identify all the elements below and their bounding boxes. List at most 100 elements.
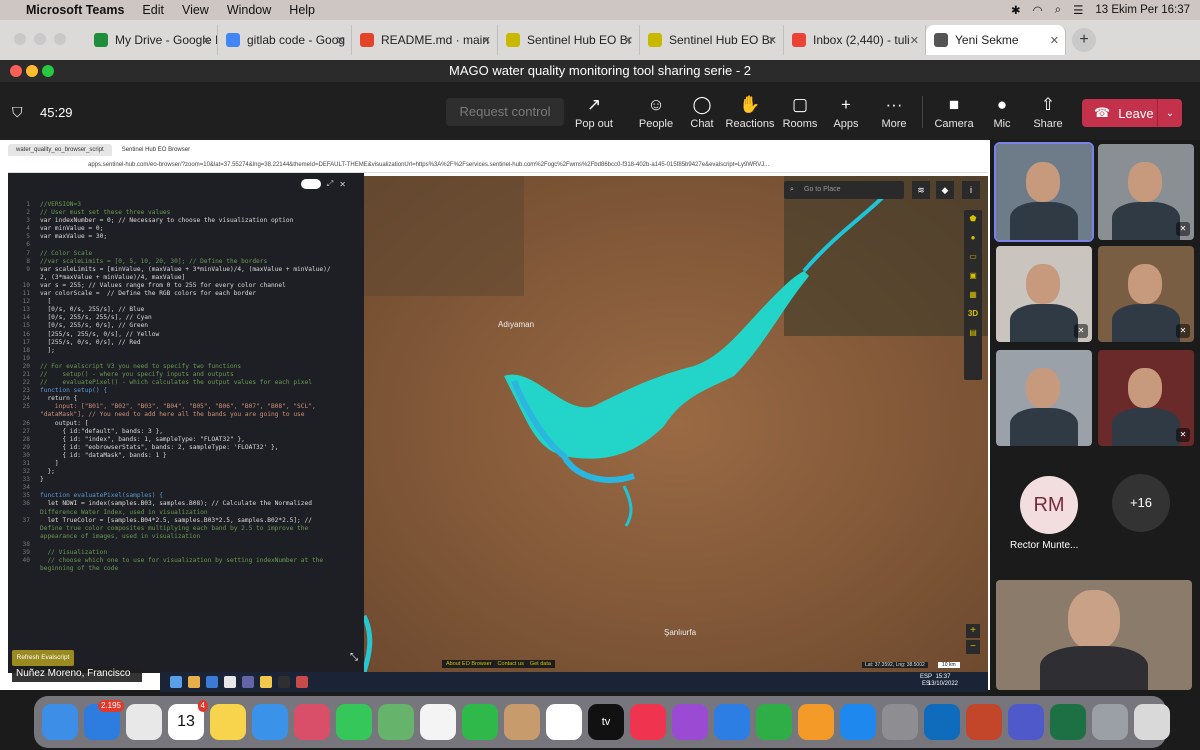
map-imagery bbox=[364, 176, 988, 672]
dock-finder-icon[interactable] bbox=[42, 704, 78, 740]
line-number: 30 bbox=[22, 451, 30, 459]
participant-video[interactable]: ✕ bbox=[1098, 246, 1194, 342]
tab-close-icon[interactable]: ✕ bbox=[768, 34, 777, 47]
avatar-tile[interactable]: RM Rector Munte... bbox=[996, 470, 1092, 566]
browser-tab[interactable]: Sentinel Hub EO Br ✕ bbox=[640, 25, 784, 55]
app-menu[interactable]: Microsoft Teams bbox=[26, 3, 124, 17]
share-button[interactable]: ⇧ Share bbox=[1020, 96, 1076, 131]
window-zoom-dot[interactable] bbox=[42, 65, 54, 77]
line-number: 15 bbox=[22, 322, 30, 330]
chrome-max-dot[interactable] bbox=[54, 33, 66, 45]
code-text: function setup() { bbox=[40, 387, 108, 395]
about-link[interactable]: About EO Browser bbox=[446, 661, 492, 667]
browser-tab[interactable]: Sentinel Hub EO Br ✕ bbox=[498, 25, 640, 55]
dock-app-store-icon[interactable] bbox=[840, 704, 876, 740]
menu-window[interactable]: Window bbox=[227, 3, 271, 17]
dock-reminders-icon[interactable] bbox=[546, 704, 582, 740]
browser-tab[interactable]: Inbox (2,440) - tuli ✕ bbox=[784, 25, 926, 55]
film-icon[interactable]: ▦ bbox=[969, 290, 977, 299]
tab-close-icon[interactable]: ✕ bbox=[482, 34, 491, 47]
dock-messages-icon[interactable] bbox=[336, 704, 372, 740]
dock-tv-icon[interactable]: tv bbox=[588, 704, 624, 740]
dock-photos-icon[interactable] bbox=[420, 704, 456, 740]
request-control-button[interactable]: Request control bbox=[446, 98, 564, 126]
dock-outlook-icon[interactable] bbox=[924, 704, 960, 740]
participant-video[interactable]: ✕ bbox=[1098, 144, 1194, 240]
dock-notes-icon[interactable] bbox=[210, 704, 246, 740]
dock-settings-icon[interactable] bbox=[882, 704, 918, 740]
dock-music-icon[interactable] bbox=[630, 704, 666, 740]
search-icon[interactable]: ⌕ bbox=[1055, 4, 1061, 17]
code-text: // For evalscript V3 you need to specify… bbox=[40, 362, 242, 370]
participant-video[interactable] bbox=[996, 350, 1092, 446]
chrome-min-dot[interactable] bbox=[34, 33, 46, 45]
leave-button[interactable]: ☎ Leave ⌄ bbox=[1082, 99, 1182, 127]
bluetooth-icon[interactable]: ✱ bbox=[1011, 3, 1021, 17]
tab-close-icon[interactable]: ✕ bbox=[202, 34, 211, 47]
dock-launchpad-icon[interactable] bbox=[294, 704, 330, 740]
tab-close-icon[interactable]: ✕ bbox=[1050, 34, 1059, 47]
new-tab-icon[interactable]: + bbox=[1072, 28, 1096, 52]
taskbar-app-icon bbox=[296, 676, 308, 688]
leave-options-chevron-icon[interactable]: ⌄ bbox=[1158, 108, 1182, 119]
menubar-clock[interactable]: 13 Ekim Per 16:37 bbox=[1095, 4, 1190, 16]
dock-chrome-icon[interactable] bbox=[126, 704, 162, 740]
dock-downloads-icon[interactable] bbox=[1092, 704, 1128, 740]
taskbar-app-icon bbox=[242, 676, 254, 688]
window-minimize-dot[interactable] bbox=[26, 65, 38, 77]
zoom-in-icon[interactable]: + bbox=[966, 624, 980, 638]
ruler-icon[interactable]: ▭ bbox=[969, 252, 977, 261]
line-number: 11 bbox=[22, 290, 30, 298]
chart-icon[interactable]: ▤ bbox=[969, 328, 977, 337]
layers-icon[interactable]: ≋ bbox=[912, 181, 930, 199]
control-center-icon[interactable]: ☰ bbox=[1073, 3, 1083, 17]
menu-view[interactable]: View bbox=[182, 3, 209, 17]
line-number bbox=[8, 274, 30, 282]
dock-trash-icon[interactable] bbox=[1134, 704, 1170, 740]
contact-link[interactable]: Contact us bbox=[498, 661, 524, 667]
wifi-icon[interactable]: ◠ bbox=[1033, 3, 1043, 17]
tab-close-icon[interactable]: ✕ bbox=[624, 34, 633, 47]
browser-tab[interactable]: My Drive - Google I ✕ bbox=[86, 25, 218, 55]
dock-keynote-icon[interactable] bbox=[714, 704, 750, 740]
dock-teams-icon[interactable] bbox=[1008, 704, 1044, 740]
window-close-dot[interactable] bbox=[10, 65, 22, 77]
dock-excel-icon[interactable] bbox=[1050, 704, 1086, 740]
dock-maps-icon[interactable] bbox=[378, 704, 414, 740]
zoom-out-icon[interactable]: − bbox=[966, 640, 980, 654]
menu-help[interactable]: Help bbox=[289, 3, 315, 17]
dock-podcasts-icon[interactable] bbox=[672, 704, 708, 740]
dock-powerpoint-icon[interactable] bbox=[966, 704, 1002, 740]
education-icon[interactable]: ◆ bbox=[936, 181, 954, 199]
go-to-place-search[interactable]: ⌕ Go to Place bbox=[784, 181, 904, 199]
3d-icon[interactable]: 3D bbox=[968, 309, 978, 318]
pop-out-button[interactable]: ↗ Pop out bbox=[566, 96, 622, 131]
tab-close-icon[interactable]: ✕ bbox=[336, 34, 345, 47]
dock-contacts-icon[interactable] bbox=[504, 704, 540, 740]
dock-numbers-icon[interactable] bbox=[756, 704, 792, 740]
polygon-icon[interactable]: ⬟ bbox=[970, 214, 977, 223]
dock-mail-icon[interactable]: 2.195 bbox=[84, 700, 124, 740]
dock-safari-icon[interactable] bbox=[252, 704, 288, 740]
participant-video[interactable]: ✕ bbox=[996, 246, 1092, 342]
more-participants-button[interactable]: +16 bbox=[1112, 474, 1170, 532]
get-data-link[interactable]: Get data bbox=[530, 661, 551, 667]
browser-tab[interactable]: README.md · main ✕ bbox=[352, 25, 498, 55]
participant-video[interactable] bbox=[994, 142, 1094, 242]
image-icon[interactable]: ▣ bbox=[969, 271, 977, 280]
map-footer: About EO Browser Contact us Get data bbox=[442, 660, 555, 668]
browser-tab[interactable]: Yeni Sekme ✕ bbox=[926, 25, 1066, 55]
code-line: 35 function evaluatePixel(samples) { bbox=[8, 492, 364, 500]
browser-tab[interactable]: gitlab code - Goog ✕ bbox=[218, 25, 352, 55]
tab-close-icon[interactable]: ✕ bbox=[910, 34, 919, 47]
participant-video[interactable]: ✕ bbox=[1098, 350, 1194, 446]
pin-icon[interactable]: ● bbox=[971, 233, 976, 242]
reactions-button[interactable]: ✋ Reactions bbox=[722, 96, 778, 131]
info-icon[interactable]: i bbox=[962, 181, 980, 199]
chrome-close-dot[interactable] bbox=[14, 33, 26, 45]
dock-calendar-icon[interactable]: 13 4 bbox=[168, 700, 208, 740]
more-button[interactable]: ··· More bbox=[866, 96, 922, 131]
dock-facetime-icon[interactable] bbox=[462, 704, 498, 740]
dock-pages-icon[interactable] bbox=[798, 704, 834, 740]
menu-edit[interactable]: Edit bbox=[142, 3, 164, 17]
